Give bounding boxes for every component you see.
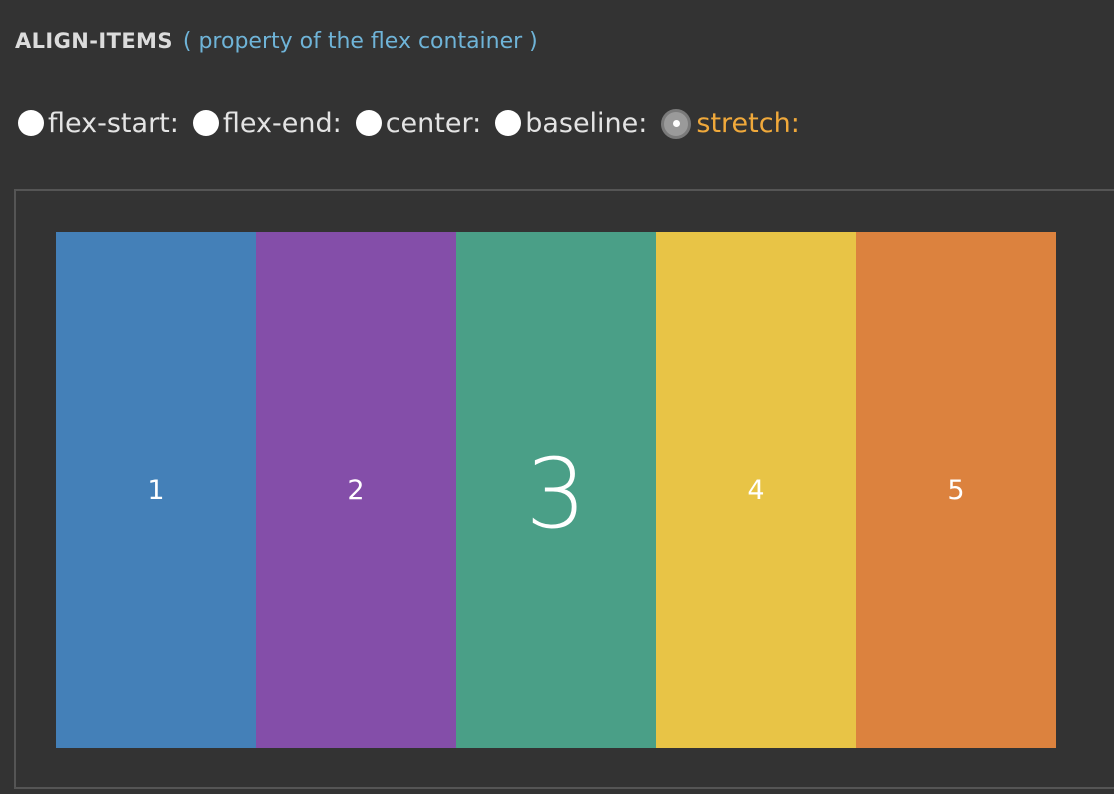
- option-baseline[interactable]: baseline:: [495, 108, 661, 139]
- flex-item-1-label: 1: [147, 474, 165, 506]
- option-label-flex-start: flex-start:: [48, 107, 179, 139]
- option-label-flex-end: flex-end:: [222, 107, 342, 139]
- option-label-center: center:: [385, 107, 482, 139]
- flex-item-2-label: 2: [347, 474, 365, 506]
- page-title: ALIGN-ITEMS: [15, 29, 173, 53]
- option-label-stretch: stretch:: [696, 107, 800, 139]
- radio-flex-end[interactable]: [192, 110, 219, 136]
- align-items-options: flex-start: flex-end: center: baseline: …: [18, 106, 814, 140]
- radio-stretch[interactable]: [661, 108, 692, 139]
- radio-baseline[interactable]: [495, 110, 522, 136]
- flex-item-5: 5: [856, 232, 1056, 748]
- radio-flex-start[interactable]: [18, 110, 44, 136]
- flex-container: 1 2 3 4 5: [56, 232, 1056, 748]
- option-label-baseline: baseline:: [525, 107, 648, 139]
- flex-item-3: 3: [456, 232, 656, 748]
- option-center[interactable]: center:: [355, 107, 496, 139]
- radio-center[interactable]: [355, 110, 382, 136]
- flex-item-5-label: 5: [947, 474, 965, 506]
- flex-item-1: 1: [56, 232, 256, 748]
- flex-item-4: 4: [656, 232, 856, 748]
- flex-item-2: 2: [256, 232, 456, 748]
- radio-selected-dot: [672, 120, 680, 127]
- option-flex-start[interactable]: flex-start:: [18, 108, 193, 139]
- flex-item-3-label: 3: [525, 438, 587, 550]
- flex-container-frame: 1 2 3 4 5: [14, 189, 1114, 789]
- page-subtitle: ( property of the flex container ): [182, 28, 538, 54]
- option-flex-end[interactable]: flex-end:: [192, 107, 356, 139]
- flex-item-4-label: 4: [747, 474, 765, 506]
- option-stretch[interactable]: stretch:: [661, 108, 813, 139]
- page-header: ALIGN-ITEMS ( property of the flex conta…: [15, 26, 538, 56]
